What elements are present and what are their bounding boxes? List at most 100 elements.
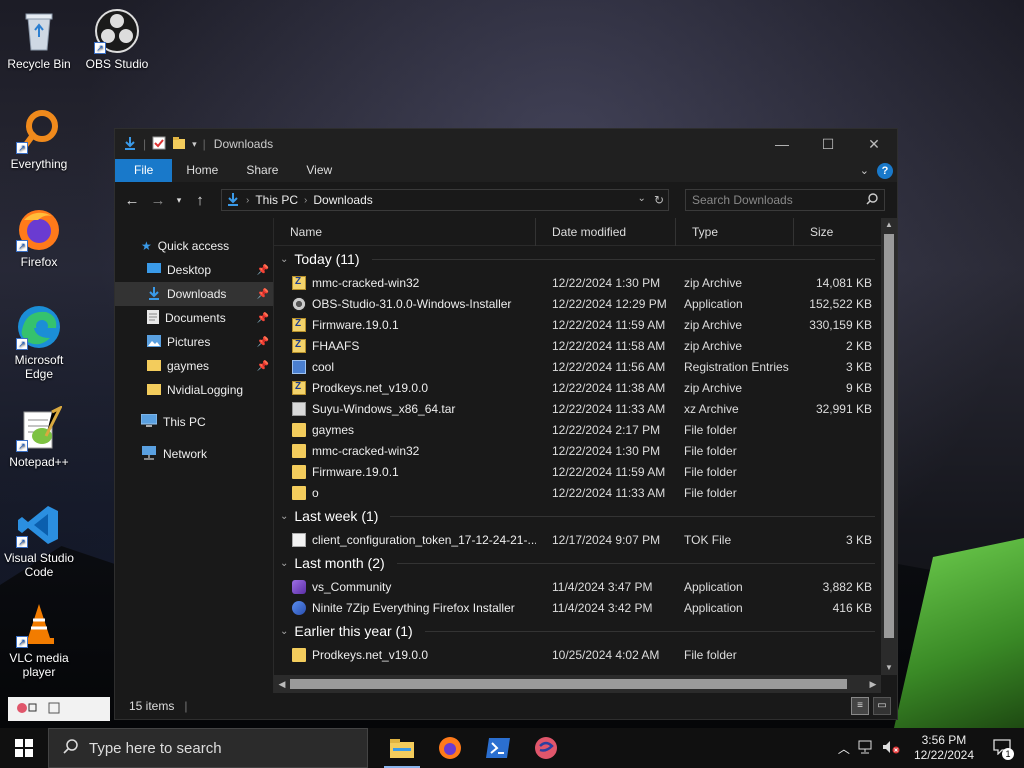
- action-center-button[interactable]: 1: [988, 738, 1016, 760]
- group-header[interactable]: ⌄ Earlier this year (1): [274, 618, 897, 644]
- file-size-cell: 9 KB: [845, 380, 872, 395]
- file-type-cell: File folder: [684, 485, 737, 500]
- taskbar-firefox[interactable]: [426, 728, 474, 768]
- nav-item-downloads[interactable]: Downloads 📌: [115, 282, 273, 306]
- help-icon[interactable]: ?: [877, 162, 893, 179]
- tab-share[interactable]: Share: [232, 159, 292, 182]
- desktop-icon-microsoft-edge[interactable]: ↗ Microsoft Edge: [1, 304, 77, 381]
- column-header-name[interactable]: Name: [274, 218, 536, 246]
- taskbar-file-explorer[interactable]: [378, 728, 426, 768]
- table-row[interactable]: gaymes 12/22/2024 2:17 PM File folder: [274, 419, 897, 440]
- search-input[interactable]: Search Downloads: [685, 189, 885, 211]
- tab-view[interactable]: View: [292, 159, 346, 182]
- tab-home[interactable]: Home: [172, 159, 232, 182]
- minimize-button[interactable]: —: [759, 129, 805, 159]
- folder-file-icon: [292, 485, 306, 500]
- scroll-right-icon[interactable]: ▶: [865, 675, 881, 693]
- table-row[interactable]: o 12/22/2024 11:33 AM File folder: [274, 482, 897, 503]
- column-header-date-modified[interactable]: Date modified: [536, 218, 676, 246]
- desktop-icon-firefox[interactable]: ↗ Firefox: [1, 206, 77, 269]
- file-list[interactable]: Name Date modified Type Size ⌄ Today (11)…: [273, 218, 897, 693]
- table-row[interactable]: Ninite 7Zip Everything Firefox Installer…: [274, 597, 897, 618]
- group-header[interactable]: ⌄ Last month (2): [274, 550, 897, 576]
- scroll-up-icon[interactable]: ▲: [881, 218, 897, 232]
- details-view-icon[interactable]: ≡: [851, 697, 869, 715]
- volume-muted-icon[interactable]: [882, 740, 900, 757]
- desktop-icon-obs-studio[interactable]: ↗ OBS Studio: [79, 8, 155, 71]
- table-row[interactable]: Prodkeys.net_v19.0.0 10/25/2024 4:02 AM Fi…: [274, 644, 897, 665]
- large-icons-view-icon[interactable]: ▭: [873, 697, 891, 715]
- taskbar-powershell[interactable]: [474, 728, 522, 768]
- table-row[interactable]: client_configuration_token_17-12-24-21-.…: [274, 529, 897, 550]
- table-row[interactable]: Firmware.19.0.1 12/22/2024 11:59 AM File f…: [274, 461, 897, 482]
- nav-item-desktop[interactable]: Desktop 📌: [115, 258, 273, 282]
- table-row[interactable]: FHAAFS 12/22/2024 11:58 AM zip Archive 2 KB: [274, 335, 897, 356]
- table-row[interactable]: Firmware.19.0.1 12/22/2024 11:59 AM zip Ar…: [274, 314, 897, 335]
- table-row[interactable]: mmc-cracked-win32 12/22/2024 1:30 PM zip A…: [274, 272, 897, 293]
- nav-item-pictures[interactable]: Pictures 📌: [115, 330, 273, 354]
- recent-locations-button[interactable]: ▾: [173, 195, 185, 206]
- file-size-cell: 330,159 KB: [809, 317, 872, 332]
- table-row[interactable]: Prodkeys.net_v19.0.0 12/22/2024 11:38 AM z…: [274, 377, 897, 398]
- group-header[interactable]: ⌄ Last week (1): [274, 503, 897, 529]
- start-button[interactable]: [0, 728, 48, 768]
- nav-item-nvidialogging[interactable]: NvidiaLogging: [115, 378, 273, 402]
- table-row[interactable]: vs_Community 11/4/2024 3:47 PM Application…: [274, 576, 897, 597]
- table-row[interactable]: Suyu-Windows_x86_64.tar 12/22/2024 11:33 …: [274, 398, 897, 419]
- chevron-down-icon[interactable]: ⌄: [280, 558, 288, 569]
- customize-toolbar-icon[interactable]: ▾: [192, 139, 197, 150]
- restore-icon[interactable]: [48, 702, 60, 717]
- back-button[interactable]: ←: [121, 192, 143, 209]
- title-bar[interactable]: | ▾ | Downloads — ☐ ✕: [115, 129, 897, 159]
- expand-ribbon-icon[interactable]: ⌄: [860, 164, 869, 177]
- app-switch-icon[interactable]: [16, 701, 38, 718]
- nav-item-this-pc[interactable]: This PC: [115, 410, 273, 434]
- address-dropdown-icon[interactable]: ⌄: [638, 193, 646, 207]
- breadcrumb-downloads[interactable]: Downloads: [313, 193, 372, 207]
- nav-item-network[interactable]: Network: [115, 442, 273, 466]
- table-row[interactable]: mmc-cracked-win32 12/22/2024 1:30 PM File …: [274, 440, 897, 461]
- vertical-scrollbar[interactable]: ▲ ▼: [881, 218, 897, 675]
- scrollbar-thumb[interactable]: [884, 234, 894, 638]
- scrollbar-thumb[interactable]: [290, 679, 847, 689]
- floating-thumbnail-bar[interactable]: [8, 697, 110, 721]
- window-title: Downloads: [213, 137, 274, 151]
- chevron-down-icon[interactable]: ⌄: [280, 254, 288, 265]
- taskbar-search-box[interactable]: Type here to search: [48, 728, 368, 768]
- new-folder-icon[interactable]: [172, 136, 186, 153]
- table-row[interactable]: cool 12/22/2024 11:56 AM Registration Entr…: [274, 356, 897, 377]
- desktop-icon-vlc[interactable]: ↗ VLC media player: [1, 602, 77, 679]
- properties-icon[interactable]: [152, 136, 166, 153]
- file-type-cell: File folder: [684, 443, 737, 458]
- nav-item-documents[interactable]: Documents 📌: [115, 306, 273, 330]
- chevron-down-icon[interactable]: ⌄: [280, 626, 288, 637]
- chevron-down-icon[interactable]: ⌄: [280, 511, 288, 522]
- forward-button[interactable]: →: [147, 192, 169, 209]
- clock[interactable]: 3:56 PM 12/22/2024: [908, 733, 980, 763]
- desktop-icon-notepad-plus-plus[interactable]: ↗ Notepad++: [1, 404, 77, 469]
- file-explorer-window[interactable]: | ▾ | Downloads — ☐ ✕ File Home Share Vi…: [114, 128, 898, 720]
- table-row[interactable]: OBS-Studio-31.0.0-Windows-Installer 12/22…: [274, 293, 897, 314]
- nav-item-quick-access[interactable]: ★ Quick access: [115, 234, 273, 258]
- close-button[interactable]: ✕: [851, 129, 897, 159]
- tab-file[interactable]: File: [115, 159, 173, 182]
- up-button[interactable]: ↑: [189, 192, 211, 209]
- group-header[interactable]: ⌄ Today (11): [274, 246, 897, 272]
- nav-item-gaymes[interactable]: gaymes 📌: [115, 354, 273, 378]
- column-header-size[interactable]: Size: [794, 218, 874, 246]
- address-bar[interactable]: › This PC › Downloads ⌄ ↻: [221, 189, 669, 211]
- column-header-type[interactable]: Type: [676, 218, 794, 246]
- show-hidden-icons-icon[interactable]: ︿: [838, 740, 850, 757]
- desktop-icon-recycle-bin[interactable]: Recycle Bin: [1, 8, 77, 71]
- scroll-down-icon[interactable]: ▼: [881, 661, 897, 675]
- refresh-icon[interactable]: ↻: [654, 193, 664, 207]
- maximize-button[interactable]: ☐: [805, 129, 851, 159]
- desktop-icon-vscode[interactable]: ↗ Visual Studio Code: [1, 502, 77, 579]
- taskbar-app-red[interactable]: [522, 728, 570, 768]
- breadcrumb-this-pc[interactable]: This PC: [255, 193, 298, 207]
- file-type-cell: File folder: [684, 422, 737, 437]
- desktop-icon-everything[interactable]: ↗ Everything: [1, 108, 77, 171]
- scroll-left-icon[interactable]: ◀: [274, 675, 290, 693]
- horizontal-scrollbar[interactable]: ◀ ▶: [274, 675, 881, 693]
- network-status-icon[interactable]: [858, 740, 874, 757]
